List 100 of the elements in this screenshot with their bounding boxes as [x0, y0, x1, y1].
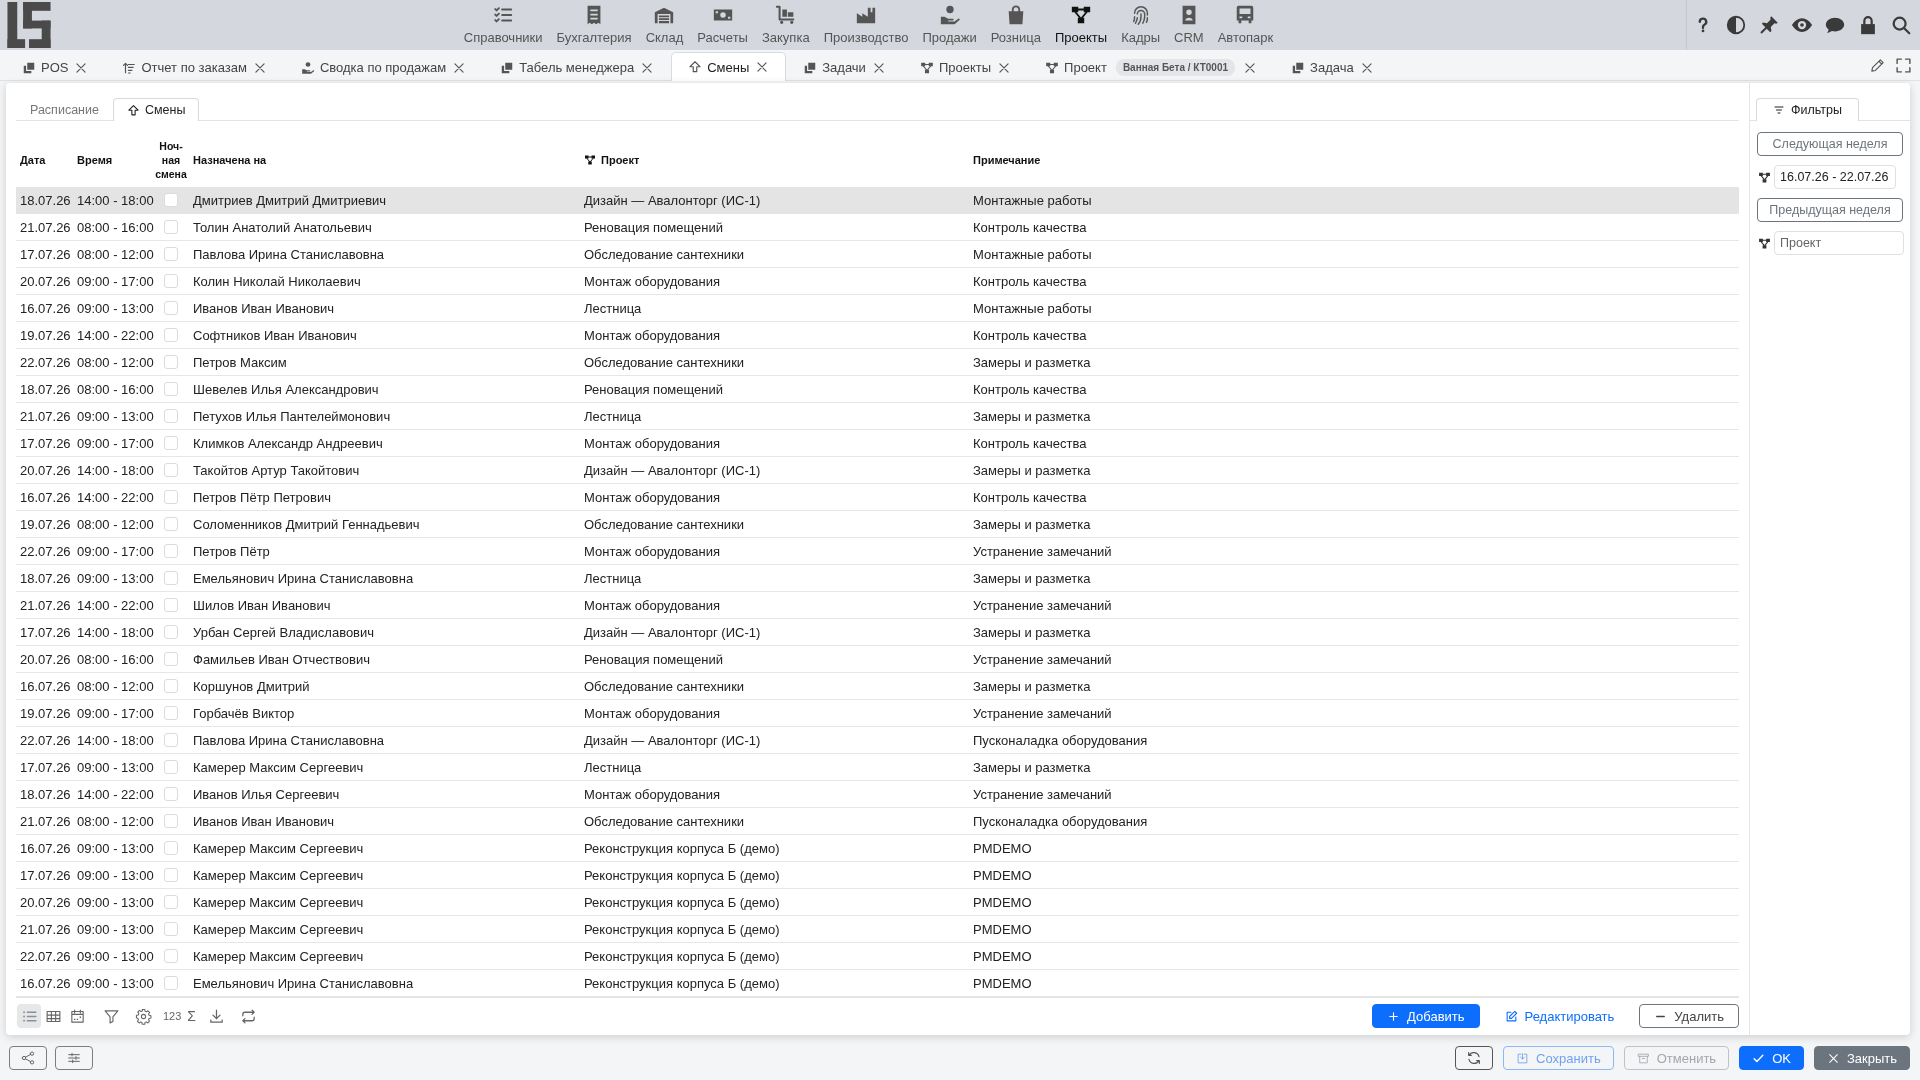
checkbox[interactable]: [164, 679, 178, 693]
table-row[interactable]: 21.07.26 09:00 - 13:00 Петухов Илья Пантелеймонович Лестница Замеры и разметка: [16, 403, 1739, 430]
close-icon[interactable]: [755, 60, 770, 74]
checkbox[interactable]: [164, 382, 178, 396]
nav-item[interactable]: Продажи: [915, 0, 984, 50]
close-icon[interactable]: [74, 60, 89, 75]
checkbox[interactable]: [164, 436, 178, 450]
view-button[interactable]: [17, 1004, 41, 1028]
table-row[interactable]: 18.07.26 08:00 - 16:00 Шевелев Илья Александрович Реновация помещений Контроль качества: [16, 376, 1739, 403]
table-row[interactable]: 21.07.26 09:00 - 13:00 Камерер Максим Сергеевич Реконструкция корпуса Б (демо) PMDEMO: [16, 916, 1739, 943]
ok-button[interactable]: OK: [1739, 1046, 1804, 1070]
filters-tab[interactable]: Фильтры: [1756, 98, 1859, 121]
checkbox[interactable]: [164, 652, 178, 666]
share-button[interactable]: [9, 1046, 47, 1070]
checkbox[interactable]: [164, 868, 178, 882]
table-row[interactable]: 20.07.26 09:00 - 17:00 Колин Николай Николаевич Монтаж оборудования Контроль качества: [16, 268, 1739, 295]
contrast-icon[interactable]: [1725, 14, 1747, 36]
pencil-icon[interactable]: [1869, 56, 1886, 74]
table-row[interactable]: 17.07.26 08:00 - 12:00 Павлова Ирина Станиславовна Обследование сантехники Монтажные работы: [16, 241, 1739, 268]
checkbox[interactable]: [164, 787, 178, 801]
tab[interactable]: Сводка по продажам: [283, 53, 484, 81]
date-range-field[interactable]: 16.07.26 - 22.07.26: [1774, 165, 1896, 189]
nav-item[interactable]: Автопарк: [1210, 0, 1281, 50]
subtab[interactable]: Расписание: [16, 98, 113, 121]
table-row[interactable]: 20.07.26 14:00 - 18:00 Такойтов Артур Такойтович Дизайн — Авалонторг (ИС-1) Замеры и разметка: [16, 457, 1739, 484]
checkbox[interactable]: [164, 625, 178, 639]
next-week-button[interactable]: Следующая неделя: [1757, 132, 1903, 156]
tab[interactable]: POS: [5, 53, 106, 81]
table-row[interactable]: 22.07.26 09:00 - 17:00 Петров Пётр Монтаж оборудования Устранение замечаний: [16, 538, 1739, 565]
tab[interactable]: Проекты: [902, 53, 1029, 81]
sum-toggle[interactable]: Σ: [187, 1008, 196, 1024]
table-row[interactable]: 20.07.26 08:00 - 16:00 Фамильев Иван Отчествович Реновация помещений Устранение замечаний: [16, 646, 1739, 673]
close-icon[interactable]: [871, 60, 886, 75]
table-row[interactable]: 22.07.26 09:00 - 13:00 Камерер Максим Сергеевич Реконструкция корпуса Б (демо) PMDEMO: [16, 943, 1739, 970]
table-row[interactable]: 21.07.26 08:00 - 16:00 Толин Анатолий Анатольевич Реновация помещений Контроль качества: [16, 214, 1739, 241]
table-row[interactable]: 16.07.26 09:00 - 13:00 Емельянович Ирина Станиславовна Реконструкция корпуса Б (демо) PMDEMO: [16, 970, 1739, 997]
tab[interactable]: Смены: [671, 52, 787, 81]
settings-button[interactable]: [55, 1046, 93, 1070]
checkbox[interactable]: [164, 949, 178, 963]
checkbox[interactable]: [164, 220, 178, 234]
table-row[interactable]: 16.07.26 09:00 - 13:00 Иванов Иван Иванович Лестница Монтажные работы: [16, 295, 1739, 322]
pin-icon[interactable]: [1758, 14, 1780, 36]
refresh-button[interactable]: [1455, 1046, 1494, 1070]
tab[interactable]: Проект Ванная Бета / КТ0001: [1028, 53, 1275, 81]
table-row[interactable]: 18.07.26 14:00 - 22:00 Иванов Илья Сергеевич Монтаж оборудования Устранение замечаний: [16, 781, 1739, 808]
checkbox[interactable]: [164, 193, 178, 207]
table-row[interactable]: 20.07.26 09:00 - 13:00 Камерер Максим Сергеевич Реконструкция корпуса Б (демо) PMDEMO: [16, 889, 1739, 916]
checkbox[interactable]: [164, 841, 178, 855]
tab[interactable]: Табель менеджера: [483, 53, 672, 81]
project-field[interactable]: Проект: [1774, 231, 1904, 255]
checkbox[interactable]: [164, 490, 178, 504]
checkbox[interactable]: [164, 760, 178, 774]
close-icon[interactable]: [640, 60, 655, 75]
table-row[interactable]: 16.07.26 09:00 - 13:00 Камерер Максим Сергеевич Реконструкция корпуса Б (демо) PMDEMO: [16, 835, 1739, 862]
nav-item[interactable]: Бухгалтерия: [549, 0, 639, 50]
tab[interactable]: Задача: [1274, 53, 1391, 81]
table-row[interactable]: 22.07.26 14:00 - 18:00 Павлова Ирина Станиславовна Дизайн — Авалонторг (ИС-1) Пусконаладка оборудования: [16, 727, 1739, 754]
checkbox[interactable]: [164, 301, 178, 315]
search-icon[interactable]: [1890, 14, 1912, 36]
table-row[interactable]: 16.07.26 08:00 - 12:00 Коршунов Дмитрий Обследование сантехники Замеры и разметка: [16, 673, 1739, 700]
close-icon[interactable]: [452, 60, 467, 75]
table-row[interactable]: 16.07.26 14:00 - 22:00 Петров Пётр Петрович Монтаж оборудования Контроль качества: [16, 484, 1739, 511]
tab[interactable]: Задачи: [786, 53, 903, 81]
table-row[interactable]: 21.07.26 14:00 - 22:00 Шилов Иван Иванович Монтаж оборудования Устранение замечаний: [16, 592, 1739, 619]
nav-item[interactable]: Розница: [983, 0, 1048, 50]
nav-item[interactable]: Расчеты: [690, 0, 755, 50]
subtab[interactable]: Смены: [112, 98, 200, 121]
table-row[interactable]: 18.07.26 14:00 - 18:00 Дмитриев Дмитрий Дмитриевич Дизайн — Авалонторг (ИС-1) Монтажные работы: [16, 187, 1739, 214]
checkbox[interactable]: [164, 247, 178, 261]
close-icon[interactable]: [1243, 60, 1258, 75]
add-button[interactable]: Добавить: [1372, 1004, 1480, 1028]
checkbox[interactable]: [164, 922, 178, 936]
checkbox[interactable]: [164, 517, 178, 531]
table-row[interactable]: 17.07.26 09:00 - 13:00 Камерер Максим Сергеевич Реконструкция корпуса Б (демо) PMDEMO: [16, 862, 1739, 889]
checkbox[interactable]: [164, 328, 178, 342]
nav-item[interactable]: Закупка: [754, 0, 817, 50]
checkbox[interactable]: [164, 463, 178, 477]
table-row[interactable]: 21.07.26 08:00 - 12:00 Иванов Иван Иванович Обследование сантехники Пусконаладка оборудования: [16, 808, 1739, 835]
checkbox[interactable]: [164, 814, 178, 828]
nav-item[interactable]: Производство: [816, 0, 916, 50]
tab[interactable]: Отчет по заказам: [105, 53, 284, 81]
checkbox[interactable]: [164, 733, 178, 747]
previous-week-button[interactable]: Предыдущая неделя: [1757, 198, 1903, 222]
nav-item[interactable]: CRM: [1167, 0, 1211, 50]
checkbox[interactable]: [164, 274, 178, 288]
nav-item[interactable]: Проекты: [1047, 0, 1115, 50]
close-icon[interactable]: [1359, 60, 1374, 75]
checkbox[interactable]: [164, 571, 178, 585]
table-row[interactable]: 22.07.26 08:00 - 12:00 Петров Максим Обследование сантехники Замеры и разметка: [16, 349, 1739, 376]
checkbox[interactable]: [164, 895, 178, 909]
nav-item[interactable]: Справочники: [456, 0, 550, 50]
table-row[interactable]: 18.07.26 09:00 - 13:00 Емельянович Ирина Станиславовна Лестница Замеры и разметка: [16, 565, 1739, 592]
table-row[interactable]: 19.07.26 14:00 - 22:00 Софтников Иван Иванович Монтаж оборудования Контроль качества: [16, 322, 1739, 349]
close-icon[interactable]: [997, 60, 1012, 75]
close-button[interactable]: Закрыть: [1813, 1046, 1910, 1070]
close-icon[interactable]: [252, 60, 267, 75]
table-row[interactable]: 17.07.26 09:00 - 13:00 Камерер Максим Сергеевич Лестница Замеры и разметка: [16, 754, 1739, 781]
nav-item[interactable]: Склад: [638, 0, 691, 50]
numbering-toggle[interactable]: 123: [163, 1010, 182, 1022]
checkbox[interactable]: [164, 355, 178, 369]
